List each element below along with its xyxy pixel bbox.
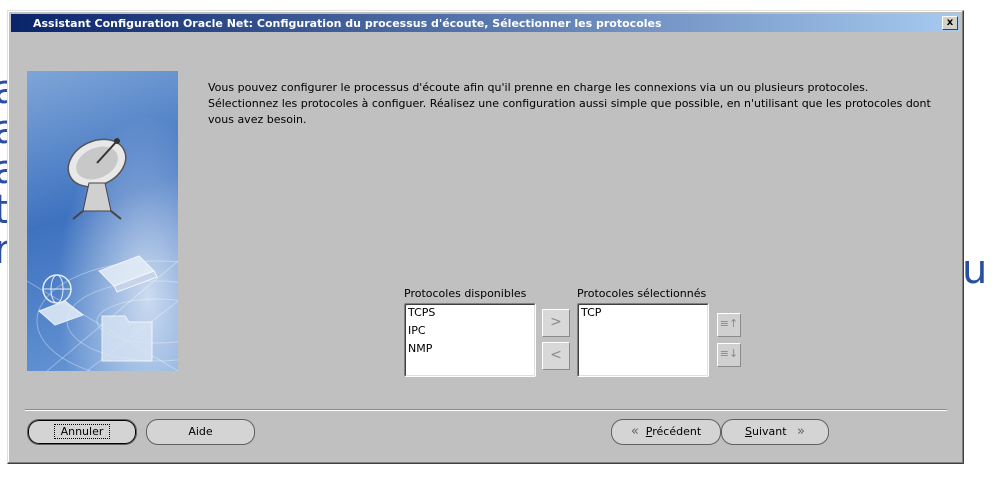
selected-protocols-label: Protocoles sélectionnés [577, 287, 707, 300]
chevron-right-icon: > [550, 314, 562, 330]
cancel-button[interactable]: Annuler [27, 419, 137, 445]
available-protocols-label: Protocoles disponibles [404, 287, 527, 300]
double-chevron-left-icon: « [630, 424, 639, 439]
next-button[interactable]: Suivant » [721, 419, 829, 445]
intro-line-1: Vous pouvez configurer le processus d'éc… [208, 81, 869, 94]
move-up-button[interactable]: ≡↑ [717, 313, 741, 337]
add-protocol-button[interactable]: > [542, 309, 570, 337]
move-down-icon: ≡↓ [719, 347, 739, 360]
remove-protocol-button[interactable]: < [542, 342, 570, 370]
close-button[interactable]: x [942, 16, 958, 30]
double-chevron-right-icon: » [797, 424, 806, 439]
oracle-net-config-dialog: Assistant Configuration Oracle Net: Conf… [7, 10, 964, 464]
chevron-left-icon: < [550, 347, 562, 363]
intro-line-3: vous avez besoin. [208, 113, 307, 126]
list-item[interactable]: IPC [405, 322, 535, 340]
intro-text: Vous pouvez configurer le processus d'éc… [208, 80, 948, 128]
list-item[interactable]: NMP [405, 340, 535, 358]
available-protocols-list[interactable]: TCPS IPC NMP [404, 303, 536, 377]
dialog-title: Assistant Configuration Oracle Net: Conf… [33, 17, 662, 30]
selected-protocols-list[interactable]: TCP [577, 303, 709, 377]
title-bar[interactable]: Assistant Configuration Oracle Net: Conf… [11, 14, 960, 32]
help-label: Aide [188, 425, 213, 438]
move-up-icon: ≡↑ [719, 317, 739, 330]
help-button[interactable]: Aide [146, 419, 255, 445]
separator [25, 409, 947, 411]
close-icon: x [946, 17, 954, 28]
intro-line-2: Sélectionnez les protocoles à configuer.… [208, 97, 931, 110]
list-item[interactable]: TCP [578, 304, 708, 322]
wizard-illustration [27, 71, 178, 371]
next-label: uivant [751, 425, 787, 438]
previous-button[interactable]: « Précédent [611, 419, 721, 445]
satellite-network-icon [27, 71, 178, 371]
list-item[interactable]: TCPS [405, 304, 535, 322]
next-mnemonic: S [744, 425, 752, 438]
background-letter-u: u [962, 247, 988, 293]
move-down-button[interactable]: ≡↓ [717, 343, 741, 367]
previous-label: récédent [652, 425, 702, 438]
cancel-label: Annuler [53, 424, 111, 439]
